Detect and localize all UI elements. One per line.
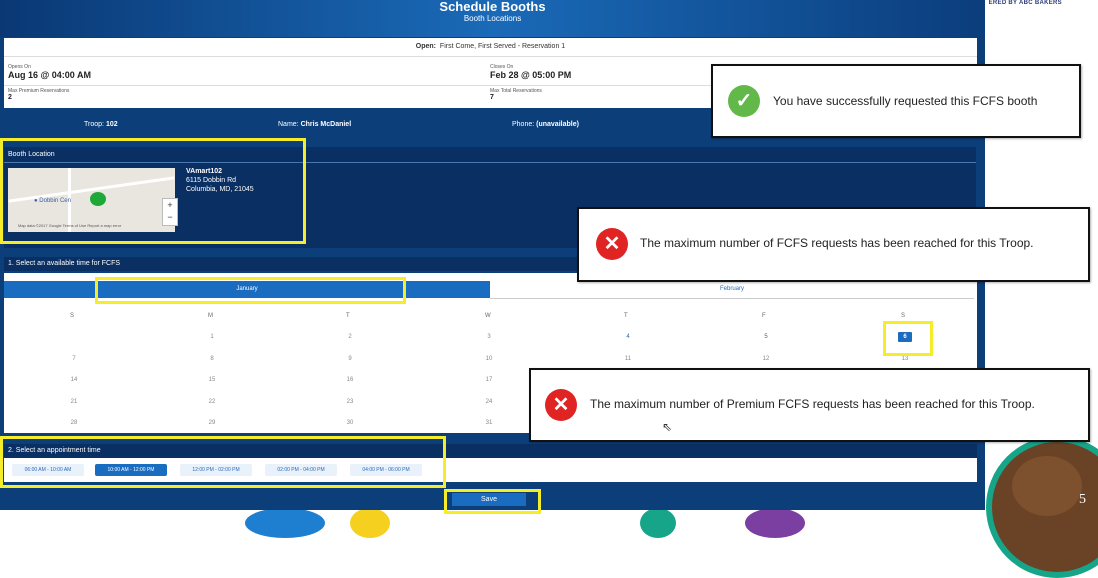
day-header: T: [624, 313, 628, 319]
open-value: First Come, First Served - Reservation 1: [439, 43, 566, 50]
day-header: T: [346, 313, 350, 319]
highlight-box: [883, 321, 933, 356]
calendar-day[interactable]: 13: [890, 356, 920, 362]
phone-info: Phone: (unavailable): [512, 121, 579, 128]
check-icon: ✓: [728, 85, 760, 117]
day-header: S: [70, 313, 75, 319]
highlight-box: [95, 277, 406, 304]
closes-on: Closes On Feb 28 @ 05:00 PM: [490, 64, 571, 80]
day-header: S: [901, 313, 906, 319]
calendar-day[interactable]: 9: [335, 356, 365, 362]
error-message-fcfs: The maximum number of FCFS requests has …: [640, 236, 1034, 250]
app-header: Schedule Booths Booth Locations: [0, 0, 985, 37]
calendar-day[interactable]: 22: [197, 399, 227, 405]
success-popup: ✓ You have successfully requested this F…: [711, 64, 1081, 138]
calendar-day[interactable]: 8: [197, 356, 227, 362]
day-header: M: [208, 313, 213, 319]
decor-shape: [350, 508, 390, 538]
max-premium-value: 2: [8, 94, 12, 101]
max-total: Max Total Reservations 7: [490, 88, 542, 101]
max-premium: Max Premium Reservations 2: [8, 88, 69, 101]
calendar-day[interactable]: 10: [474, 356, 504, 362]
mouse-cursor-icon: ⇖: [662, 420, 673, 434]
calendar-day[interactable]: 1: [197, 334, 227, 340]
max-total-value: 7: [490, 94, 494, 101]
error-popup-fcfs: ✕ The maximum number of FCFS requests ha…: [577, 207, 1090, 282]
calendar-day[interactable]: 14: [59, 377, 89, 383]
highlight-box: [0, 436, 446, 488]
calendar-day[interactable]: 2: [335, 334, 365, 340]
calendar-day[interactable]: 5: [751, 334, 781, 340]
calendar-day[interactable]: 28: [59, 420, 89, 426]
name-info: Name: Chris McDaniel: [278, 121, 351, 128]
open-label: Open:: [415, 43, 437, 50]
decor-shape: [245, 508, 325, 538]
open-row: Open: First Come, First Served - Reserva…: [4, 38, 977, 57]
calendar-day[interactable]: 29: [197, 420, 227, 426]
troop-label: Troop:: [84, 121, 104, 128]
decor-shape: [745, 508, 805, 538]
highlight-box: [444, 489, 541, 514]
calendar-day[interactable]: 12: [751, 356, 781, 362]
name-label: Name:: [278, 121, 299, 128]
opens-on-value: Aug 16 @ 04:00 AM: [8, 70, 91, 80]
page-title: Schedule Booths: [439, 0, 546, 14]
calendar-day[interactable]: 17: [474, 377, 504, 383]
troop-info: Troop: 102: [84, 121, 118, 128]
troop-value: 102: [105, 121, 118, 128]
calendar-day[interactable]: 7: [59, 356, 89, 362]
error-popup-premium: ✕ The maximum number of Premium FCFS req…: [529, 368, 1090, 442]
error-message-premium: The maximum number of Premium FCFS reque…: [590, 397, 1035, 411]
slide-number: 5: [1079, 492, 1086, 507]
calendar-day[interactable]: 15: [197, 377, 227, 383]
opens-on: Opens On Aug 16 @ 04:00 AM: [8, 64, 91, 80]
calendar-day[interactable]: 31: [474, 420, 504, 426]
calendar-day[interactable]: 21: [59, 399, 89, 405]
phone-value: (unavailable): [536, 121, 579, 128]
calendar-day[interactable]: 24: [474, 399, 504, 405]
calendar-day[interactable]: 3: [474, 334, 504, 340]
tab-february[interactable]: February: [490, 281, 974, 299]
max-premium-label: Max Premium Reservations: [8, 88, 70, 94]
success-message: You have successfully requested this FCF…: [773, 94, 1038, 108]
error-icon: ✕: [545, 389, 577, 421]
calendar-day[interactable]: 30: [335, 420, 365, 426]
calendar-day[interactable]: 11: [613, 356, 643, 362]
closes-on-value: Feb 28 @ 05:00 PM: [490, 70, 572, 80]
decor-shape: [640, 508, 676, 538]
calendar-day[interactable]: 16: [335, 377, 365, 383]
name-value: Chris McDaniel: [300, 121, 352, 128]
phone-label: Phone:: [512, 121, 535, 128]
highlight-box: [0, 138, 306, 244]
presenter-credit: ERED BY ABC BAKERS: [988, 0, 1062, 6]
day-header: W: [485, 313, 491, 319]
page-subtitle: Booth Locations: [463, 14, 522, 23]
max-total-label: Max Total Reservations: [490, 88, 542, 94]
error-icon: ✕: [596, 228, 628, 260]
calendar-day[interactable]: 23: [335, 399, 365, 405]
calendar-day[interactable]: 4: [613, 334, 643, 340]
day-header: F: [762, 313, 766, 319]
